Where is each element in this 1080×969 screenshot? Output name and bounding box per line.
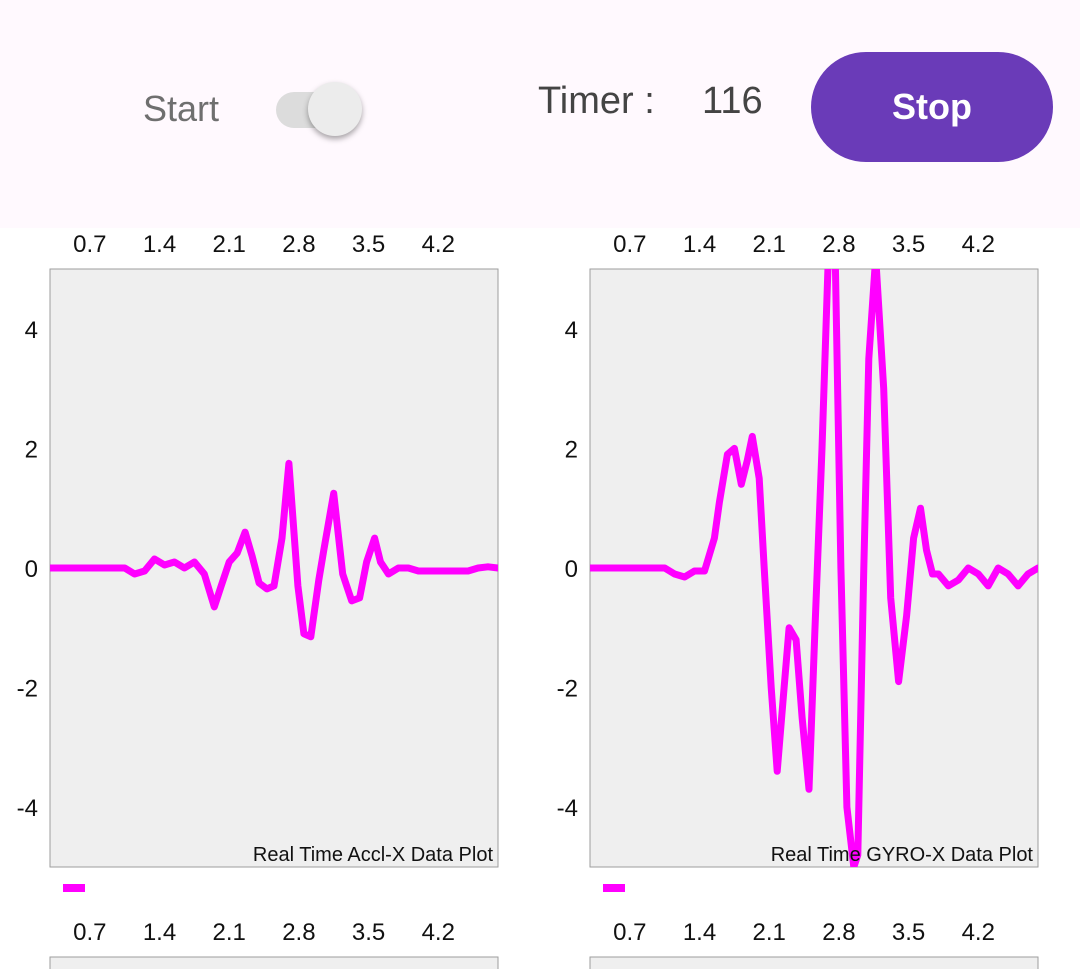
next-x-tick-label: 2.8 (822, 919, 855, 946)
plots-area: 0.7 1.4 2.1 2.8 3.5 4.2 4 2 0 -2 -4 Real Time Accl-… (17, 231, 1039, 969)
x-tick-label: 4.2 (962, 231, 995, 258)
x-tick-label: 0.7 (73, 231, 106, 258)
next-x-tick-label: 4.2 (962, 919, 995, 946)
next-x-tick-label: 1.4 (143, 919, 176, 946)
next-x-tick-label: 1.4 (683, 919, 716, 946)
x-tick-label: 2.1 (213, 231, 246, 258)
x-tick-label: 1.4 (683, 231, 716, 258)
chart-1: 0.7 1.4 2.1 2.8 3.5 4.2 4 2 0 -2 -4 Real Time Accl-… (17, 231, 499, 969)
y-tick-label: 2 (25, 436, 38, 463)
y-tick-label: 2 (565, 436, 578, 463)
next-x-tick-label: 2.1 (753, 919, 786, 946)
next-x-tick-label: 2.8 (282, 919, 315, 946)
x-tick-label: 2.8 (282, 231, 315, 258)
start-label: Start (143, 88, 220, 129)
start-switch[interactable] (276, 82, 362, 136)
x-tick-label: 2.1 (753, 231, 786, 258)
y-tick-label: 0 (565, 556, 578, 583)
y-tick-label: 4 (25, 317, 38, 344)
y-tick-label: -2 (557, 676, 578, 703)
next-x-tick-label: 3.5 (892, 919, 925, 946)
next-x-tick-label: 3.5 (352, 919, 385, 946)
x-tick-label: 3.5 (352, 231, 385, 258)
next-x-tick-label: 4.2 (422, 919, 455, 946)
y-tick-label: -2 (17, 676, 38, 703)
chart-2: 0.7 1.4 2.1 2.8 3.5 4.2 4 2 0 -2 -4 Real Time GYRO-… (557, 231, 1039, 969)
stop-button[interactable]: Stop (811, 52, 1053, 162)
next-plot-background (589, 956, 1039, 969)
x-tick-label: 4.2 (422, 231, 455, 258)
x-tick-label: 1.4 (143, 231, 176, 258)
next-plot-background (49, 956, 499, 969)
y-tick-label: -4 (17, 795, 38, 822)
chart-title: Real Time Accl-X Data Plot (253, 844, 494, 866)
next-x-tick-label: 2.1 (213, 919, 246, 946)
x-tick-label: 3.5 (892, 231, 925, 258)
next-x-tick-label: 0.7 (613, 919, 646, 946)
control-bar: Start Timer : 116 Stop (0, 0, 1080, 228)
x-tick-label: 0.7 (613, 231, 646, 258)
legend-swatch (603, 884, 625, 892)
chart-title: Real Time GYRO-X Data Plot (771, 844, 1034, 866)
legend-swatch (63, 884, 85, 892)
timer-label: Timer : (538, 80, 655, 122)
y-tick-label: 4 (565, 317, 578, 344)
y-tick-label: 0 (25, 556, 38, 583)
y-tick-label: -4 (557, 795, 578, 822)
switch-thumb[interactable] (308, 82, 362, 136)
next-x-tick-label: 0.7 (73, 919, 106, 946)
timer-value: 116 (702, 80, 763, 122)
x-tick-label: 2.8 (822, 231, 855, 258)
